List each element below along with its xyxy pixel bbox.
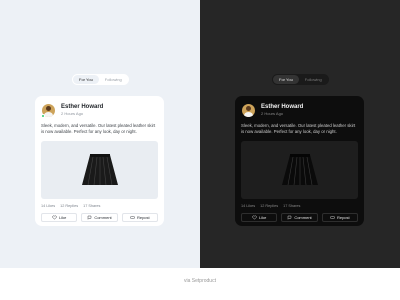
comment-label: Comment <box>94 215 112 220</box>
post-media[interactable] <box>241 141 358 199</box>
author-name[interactable]: Esther Howard <box>261 104 303 111</box>
shares-count[interactable]: 17 Shares <box>283 204 300 208</box>
leather-skirt-image <box>281 154 318 186</box>
heart-icon <box>52 215 57 220</box>
shares-count[interactable]: 17 Shares <box>83 204 100 208</box>
tab-for-you[interactable]: For You <box>73 75 99 84</box>
author-name[interactable]: Esther Howard <box>61 104 103 111</box>
likes-count[interactable]: 14 Likes <box>241 204 255 208</box>
tab-for-you[interactable]: For You <box>273 75 299 84</box>
repost-button[interactable]: Repost <box>321 213 358 222</box>
post-card: Esther Howard 2 Hours Ago Sleek, modern,… <box>235 96 364 226</box>
tab-following[interactable]: Following <box>299 75 328 84</box>
repost-icon <box>330 216 335 219</box>
feed-tabs: For You Following <box>72 74 129 85</box>
comment-icon <box>88 215 92 220</box>
comment-button[interactable]: Comment <box>281 213 318 222</box>
feed-tabs: For You Following <box>272 74 329 85</box>
post-text: Sleek, modern, and versatile. Our latest… <box>41 123 156 134</box>
like-label: Like <box>258 215 267 220</box>
comment-button[interactable]: Comment <box>81 213 118 222</box>
post-card: Esther Howard 2 Hours Ago Sleek, modern,… <box>35 96 164 226</box>
repost-label: Repost <box>136 215 150 220</box>
post-timestamp: 2 Hours Ago <box>261 110 284 116</box>
post-author: Esther Howard 2 Hours Ago <box>41 102 158 118</box>
dark-theme-panel: For You Following Esther Howard 2 Hours … <box>200 0 400 268</box>
comment-label: Comment <box>294 215 312 220</box>
online-status-indicator <box>41 114 45 118</box>
like-button[interactable]: Like <box>241 213 278 222</box>
author-meta: Esther Howard 2 Hours Ago <box>61 104 103 117</box>
repost-label: Repost <box>336 215 350 220</box>
repost-icon <box>130 216 135 219</box>
heart-icon <box>252 215 257 220</box>
leather-skirt-image <box>81 154 118 186</box>
avatar[interactable] <box>242 103 255 117</box>
post-media[interactable] <box>41 141 158 199</box>
post-stats: 14 Likes 12 Replies 17 Shares <box>241 204 358 208</box>
post-text: Sleek, modern, and versatile. Our latest… <box>241 123 356 134</box>
repost-button[interactable]: Repost <box>121 213 158 222</box>
replies-count[interactable]: 12 Replies <box>60 204 78 208</box>
comment-icon <box>288 215 292 220</box>
post-stats: 14 Likes 12 Replies 17 Shares <box>41 204 158 208</box>
post-actions: Like Comment Repost <box>41 213 158 222</box>
like-label: Like <box>58 215 67 220</box>
post-author: Esther Howard 2 Hours Ago <box>241 102 358 118</box>
footer-credit: via Setproduct <box>184 278 216 284</box>
likes-count[interactable]: 14 Likes <box>41 204 55 208</box>
replies-count[interactable]: 12 Replies <box>260 204 278 208</box>
tab-following[interactable]: Following <box>99 75 128 84</box>
author-meta: Esther Howard 2 Hours Ago <box>261 104 303 117</box>
post-actions: Like Comment Repost <box>241 213 358 222</box>
post-timestamp: 2 Hours Ago <box>61 110 84 116</box>
like-button[interactable]: Like <box>41 213 78 222</box>
light-theme-panel: For You Following Esther Howard 2 Hours … <box>0 0 200 268</box>
